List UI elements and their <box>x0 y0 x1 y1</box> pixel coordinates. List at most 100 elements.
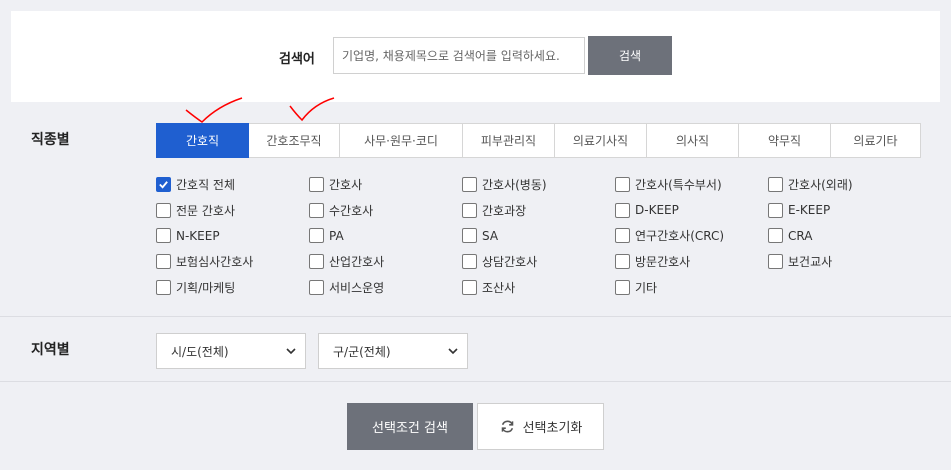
reset-label: 선택초기화 <box>522 421 583 436</box>
job-option-checkbox[interactable]: 간호사(병동) <box>462 172 615 198</box>
job-option-label: 간호사(병동) <box>482 178 547 193</box>
tab-nursing[interactable]: 간호직 <box>156 123 249 158</box>
job-option-checkbox[interactable]: 보험심사간호사 <box>156 249 309 275</box>
job-option-label: 기타 <box>635 280 658 295</box>
checkbox-icon[interactable] <box>156 254 171 270</box>
job-option-label: 전문 간호사 <box>176 203 236 218</box>
job-option-checkbox[interactable]: CRA <box>768 223 921 249</box>
job-option-checkbox[interactable]: 전문 간호사 <box>156 198 309 224</box>
checkbox-icon[interactable] <box>615 228 630 244</box>
tab-medical-technician[interactable]: 의료기사직 <box>555 123 647 158</box>
job-option-label: 서비스운영 <box>329 280 385 295</box>
search-input[interactable] <box>333 37 585 74</box>
search-label: 검색어 <box>279 52 315 67</box>
job-option-checkbox[interactable]: N-KEEP <box>156 223 309 249</box>
tab-label: 간호조무직 <box>266 134 322 148</box>
checkbox-icon[interactable] <box>462 202 477 218</box>
section-divider <box>0 381 951 382</box>
job-option-checkbox[interactable]: 간호사(외래) <box>768 172 921 198</box>
job-option-checkbox[interactable]: 간호직 전체 <box>156 172 309 198</box>
checkbox-icon[interactable] <box>615 254 630 270</box>
checkbox-icon[interactable] <box>615 177 630 193</box>
job-option-checkbox[interactable]: 기타 <box>615 274 768 300</box>
job-option-checkbox[interactable]: 방문간호사 <box>615 249 768 275</box>
job-option-checkbox[interactable]: E-KEEP <box>768 198 921 224</box>
job-option-label: E-KEEP <box>788 203 831 218</box>
job-type-tabs: 간호직 간호조무직 사무·원무·코디 피부관리직 의료기사직 의사직 약무직 의… <box>156 123 921 158</box>
checkbox-icon[interactable] <box>615 202 630 218</box>
checkbox-checked-icon[interactable] <box>156 177 171 193</box>
job-option-label: 간호직 전체 <box>176 178 236 193</box>
tab-skin-care[interactable]: 피부관리직 <box>463 123 555 158</box>
tab-office-admin-coordinator[interactable]: 사무·원무·코디 <box>340 123 463 158</box>
checkbox-icon[interactable] <box>156 202 171 218</box>
job-option-checkbox[interactable]: 조산사 <box>462 274 615 300</box>
checkbox-icon[interactable] <box>615 279 630 295</box>
job-option-checkbox[interactable]: 상담간호사 <box>462 249 615 275</box>
checkbox-icon[interactable] <box>462 228 477 244</box>
chevron-down-icon <box>286 348 296 355</box>
sido-select-value: 시/도(전체) <box>171 344 229 359</box>
tab-pharmacy[interactable]: 약무직 <box>739 123 831 158</box>
sido-select[interactable]: 시/도(전체) <box>156 333 306 369</box>
job-option-checkbox[interactable]: 간호과장 <box>462 198 615 224</box>
job-option-label: D-KEEP <box>635 203 679 218</box>
tab-nursing-assistant[interactable]: 간호조무직 <box>249 123 340 158</box>
checkbox-icon[interactable] <box>156 228 171 244</box>
checkbox-icon[interactable] <box>309 202 324 218</box>
job-option-label: CRA <box>788 228 813 243</box>
checkbox-icon[interactable] <box>309 254 324 270</box>
job-option-label: 보험심사간호사 <box>176 255 254 270</box>
tab-label: 의사직 <box>675 134 710 148</box>
job-option-checkbox[interactable]: PA <box>309 223 462 249</box>
job-option-label: 보건교사 <box>788 255 833 270</box>
tab-medical-other[interactable]: 의료기타 <box>831 123 921 158</box>
chevron-down-icon <box>448 348 458 355</box>
job-option-checkbox[interactable]: 기획/마케팅 <box>156 274 309 300</box>
job-option-checkbox[interactable]: SA <box>462 223 615 249</box>
job-option-label: 간호과장 <box>482 203 527 218</box>
job-option-label: 산업간호사 <box>329 255 385 270</box>
job-option-checkbox[interactable]: 연구간호사(CRC) <box>615 223 768 249</box>
job-type-label: 직종별 <box>31 132 70 148</box>
job-option-label: 조산사 <box>482 280 516 295</box>
job-option-label: 간호사(특수부서) <box>635 178 722 193</box>
tab-label: 의료기사직 <box>572 134 629 148</box>
tab-label: 간호직 <box>185 134 220 148</box>
tab-label: 사무·원무·코디 <box>364 134 438 148</box>
tab-doctor[interactable]: 의사직 <box>647 123 739 158</box>
job-option-checkbox[interactable]: D-KEEP <box>615 198 768 224</box>
checkbox-icon[interactable] <box>768 202 783 218</box>
checkbox-icon[interactable] <box>309 279 324 295</box>
gugun-select-value: 구/군(전체) <box>333 344 391 359</box>
checkbox-icon[interactable] <box>768 254 783 270</box>
refresh-icon <box>501 420 513 433</box>
job-option-label: SA <box>482 228 499 243</box>
job-option-label: 연구간호사(CRC) <box>635 229 725 244</box>
checkbox-icon[interactable] <box>309 228 324 244</box>
job-option-label: 상담간호사 <box>482 255 538 270</box>
checkbox-icon[interactable] <box>768 228 783 244</box>
job-option-label: PA <box>329 228 344 243</box>
job-option-label: 간호사(외래) <box>788 178 853 193</box>
search-button[interactable]: 검색 <box>588 36 672 75</box>
region-label: 지역별 <box>31 342 70 358</box>
job-option-grid: 간호직 전체 간호사 간호사(병동) 간호사(특수부서) 간호사(외래) 전문 간호사 수간… <box>156 172 916 300</box>
job-option-checkbox[interactable]: 간호사(특수부서) <box>615 172 768 198</box>
checkbox-icon[interactable] <box>462 254 477 270</box>
job-option-label: 수간호사 <box>329 203 374 218</box>
gugun-select[interactable]: 구/군(전체) <box>318 333 468 369</box>
search-conditions-button[interactable]: 선택조건 검색 <box>347 403 473 450</box>
checkbox-icon[interactable] <box>462 279 477 295</box>
job-option-checkbox[interactable]: 간호사 <box>309 172 462 198</box>
checkbox-icon[interactable] <box>309 177 324 193</box>
job-option-checkbox[interactable]: 산업간호사 <box>309 249 462 275</box>
checkbox-icon[interactable] <box>768 177 783 193</box>
section-divider <box>0 316 951 317</box>
job-option-checkbox[interactable]: 보건교사 <box>768 249 921 275</box>
job-option-checkbox[interactable]: 서비스운영 <box>309 274 462 300</box>
checkbox-icon[interactable] <box>462 177 477 193</box>
reset-selection-button[interactable]: 선택초기화 <box>477 403 604 450</box>
job-option-checkbox[interactable]: 수간호사 <box>309 198 462 224</box>
checkbox-icon[interactable] <box>156 279 171 295</box>
